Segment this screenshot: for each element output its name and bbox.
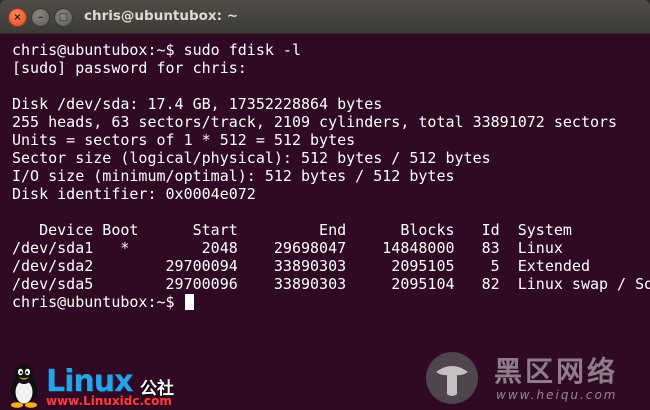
terminal-line: Units = sectors of 1 * 512 = 512 bytes bbox=[12, 131, 356, 149]
minimize-icon[interactable]: – bbox=[31, 8, 50, 27]
terminal-prompt: chris@ubuntubox:~$ bbox=[12, 293, 184, 311]
terminal-area[interactable]: chris@ubuntubox:~$ sudo fdisk -l [sudo] … bbox=[0, 34, 650, 410]
heiqu-watermark: 黑区网络 www.heiqu.com bbox=[422, 348, 650, 410]
heiqu-logo-icon bbox=[426, 352, 478, 404]
linuxidc-watermark: Linux 公社 www.Linuxidc.com bbox=[6, 360, 206, 410]
terminal-line: I/O size (minimum/optimal): 512 bytes / … bbox=[12, 167, 455, 185]
terminal-line: [sudo] password for chris: bbox=[12, 59, 247, 77]
tux-penguin-icon bbox=[11, 364, 37, 408]
partition-table-header: Device Boot Start End Blocks Id System bbox=[12, 221, 572, 239]
close-icon[interactable]: × bbox=[8, 8, 27, 27]
partition-row: /dev/sda1 * 2048 29698047 14848000 83 Li… bbox=[12, 239, 563, 257]
linuxidc-url: www.Linuxidc.com bbox=[46, 394, 172, 408]
terminal-window: × – □ chris@ubuntubox: ~ chris@ubuntubox… bbox=[0, 0, 650, 410]
partition-row: /dev/sda2 29700094 33890303 2095105 5 Ex… bbox=[12, 257, 590, 275]
window-titlebar[interactable]: × – □ chris@ubuntubox: ~ bbox=[0, 0, 650, 34]
terminal-cursor bbox=[184, 294, 194, 310]
partition-row: /dev/sda5 29700096 33890303 2095104 82 L… bbox=[12, 275, 650, 293]
terminal-line: 255 heads, 63 sectors/track, 2109 cylind… bbox=[12, 113, 618, 131]
window-controls: × – □ bbox=[8, 8, 73, 27]
window-title: chris@ubuntubox: ~ bbox=[84, 8, 239, 24]
terminal-line: Disk /dev/sda: 17.4 GB, 17352228864 byte… bbox=[12, 95, 383, 113]
terminal-output: chris@ubuntubox:~$ sudo fdisk -l [sudo] … bbox=[12, 41, 650, 311]
terminal-line: Sector size (logical/physical): 512 byte… bbox=[12, 149, 491, 167]
terminal-line: chris@ubuntubox:~$ sudo fdisk -l bbox=[12, 41, 301, 59]
terminal-line: Disk identifier: 0x0004e072 bbox=[12, 185, 256, 203]
terminal-prompt-line[interactable]: chris@ubuntubox:~$ bbox=[12, 293, 650, 311]
heiqu-logo-cn: 黑区网络 bbox=[494, 355, 619, 388]
maximize-icon[interactable]: □ bbox=[54, 8, 73, 27]
heiqu-url: www.heiqu.com bbox=[496, 388, 618, 402]
